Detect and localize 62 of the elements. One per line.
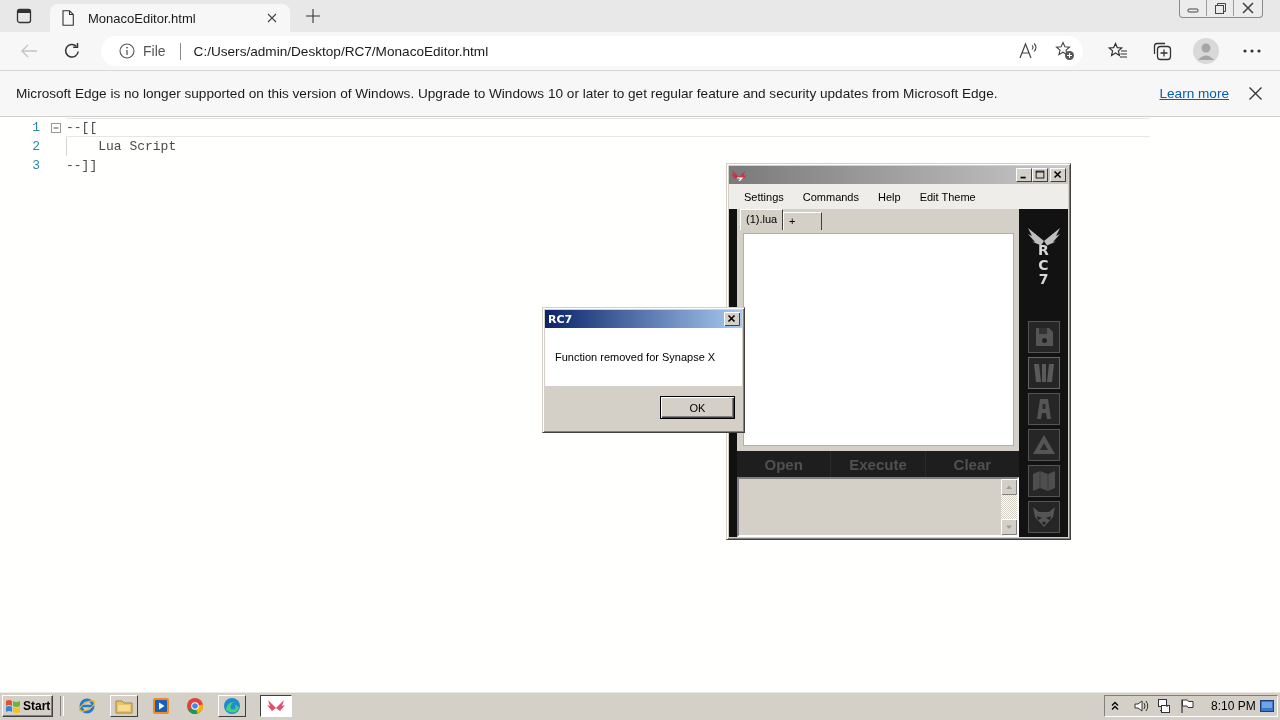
network-icon[interactable] [1156, 698, 1172, 714]
taskbar-button[interactable] [260, 695, 292, 717]
read-aloud-icon[interactable] [1019, 42, 1039, 60]
ring-logo-icon[interactable] [186, 697, 204, 715]
maximize-icon[interactable] [1032, 168, 1048, 182]
script-tab[interactable]: (1).lua [740, 209, 783, 230]
swirl-logo-icon [223, 697, 241, 715]
close-tab-icon[interactable] [267, 13, 277, 23]
scrollbar[interactable] [1001, 479, 1017, 535]
info-icon[interactable] [119, 43, 135, 59]
collections-icon[interactable] [1152, 41, 1172, 61]
scroll-up-icon[interactable] [1001, 479, 1017, 495]
bars-icon[interactable] [1027, 357, 1060, 389]
tab-actions-icon[interactable] [16, 8, 32, 24]
clock-text[interactable]: 8:10 PM [1211, 699, 1256, 713]
learn-more-link[interactable]: Learn more [1159, 86, 1229, 101]
menu-item[interactable]: Help [878, 190, 901, 203]
show-desktop-icon[interactable] [1260, 700, 1274, 712]
close-icon[interactable] [1249, 87, 1262, 100]
dialog-message: Function removed for Synapse X [555, 351, 716, 363]
close-icon[interactable] [724, 312, 740, 326]
flag-icon[interactable] [1179, 698, 1195, 714]
dialog-title: RC7 [548, 312, 573, 326]
output-box[interactable] [737, 477, 1019, 537]
script-tab[interactable]: + [783, 212, 822, 230]
info-message: Microsoft Edge is no longer supported on this version of Windows. Upgrade to Windows 10 or later to get regular feature and security updates from Microsoft Edge. [16, 86, 998, 101]
flag-logo-icon [5, 699, 21, 713]
new-tab-icon[interactable] [306, 9, 320, 23]
speaker-icon[interactable] [1133, 698, 1149, 714]
letter-a-icon[interactable] [1027, 393, 1060, 425]
browser-tab[interactable]: MonacoEditor.html [50, 4, 290, 32]
minimize-icon[interactable] [1016, 168, 1032, 182]
line-number: 2 [31, 138, 40, 156]
url-text: C:/Users/admin/Desktop/RC7/MonacoEditor.html [193, 43, 489, 59]
add-favorite-icon[interactable] [1055, 41, 1075, 61]
scroll-down-icon[interactable] [1001, 519, 1017, 535]
fold-icon[interactable] [51, 122, 61, 133]
code-line: Lua Script [66, 137, 177, 156]
map-icon[interactable] [1027, 465, 1060, 497]
menu-item[interactable]: Edit Theme [919, 190, 976, 203]
e-logo-icon[interactable] [78, 697, 96, 715]
line-number: 3 [31, 157, 40, 175]
play-icon[interactable] [152, 697, 170, 715]
wings-logo-icon [731, 169, 747, 181]
more-icon[interactable] [1243, 49, 1261, 53]
scheme-label: File [143, 43, 166, 59]
page-icon [62, 10, 74, 26]
favorites-icon[interactable] [1108, 42, 1128, 60]
line-number: 1 [31, 119, 40, 137]
code-line: --]] [66, 157, 98, 175]
address-bar[interactable]: File C:/Users/admin/Desktop/RC7/MonacoEditor.html [101, 36, 1083, 66]
logo-text: RC7 [1037, 243, 1050, 288]
animal-face-icon[interactable] [1027, 501, 1060, 533]
restore-icon[interactable] [1206, 0, 1234, 16]
chevron-up-icon[interactable] [1111, 701, 1119, 711]
menu-item[interactable]: Commands [802, 190, 859, 203]
menu-item[interactable]: Settings [744, 190, 784, 203]
refresh-icon[interactable] [63, 42, 81, 60]
folder-icon [115, 697, 133, 715]
code-line: --[[ [66, 118, 1150, 137]
ok-button[interactable]: OK [660, 396, 735, 419]
start-button[interactable]: Start [2, 695, 53, 717]
